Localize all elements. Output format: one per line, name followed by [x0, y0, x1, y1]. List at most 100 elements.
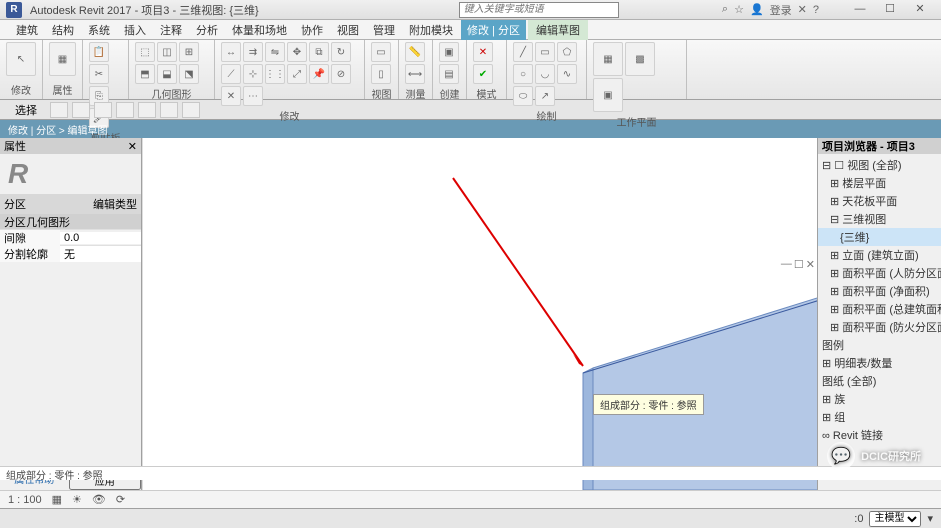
- tab[interactable]: 体量和场地: [226, 20, 293, 40]
- close-button[interactable]: ✕: [905, 1, 935, 19]
- help-icon[interactable]: ?: [813, 4, 819, 16]
- tab[interactable]: 插入: [118, 20, 152, 40]
- array-icon[interactable]: ⋮⋮: [265, 64, 285, 84]
- cut-geom-icon[interactable]: ◫: [157, 42, 177, 62]
- arc-icon[interactable]: ◡: [535, 64, 555, 84]
- tab[interactable]: 建筑: [10, 20, 44, 40]
- tree-node[interactable]: ⊞ 面积平面 (净面积): [818, 282, 941, 300]
- copy-icon[interactable]: ⧉: [309, 42, 329, 62]
- qbtn[interactable]: [94, 102, 112, 118]
- tree-node[interactable]: ⊞ 面积平面 (人防分区面积): [818, 264, 941, 282]
- tab-context[interactable]: 编辑草图: [528, 20, 588, 40]
- tree-node[interactable]: 图纸 (全部): [818, 372, 941, 390]
- properties-button[interactable]: ▦: [49, 42, 76, 76]
- tab-active[interactable]: 修改 | 分区: [461, 20, 526, 40]
- tree-node[interactable]: ⊞ 面积平面 (防火分区面积): [818, 318, 941, 336]
- cut-icon[interactable]: ✂: [89, 64, 109, 84]
- tree-node[interactable]: ⊞ 面积平面 (总建筑面积): [818, 300, 941, 318]
- finish-icon[interactable]: ✔: [473, 64, 493, 84]
- unpin-icon[interactable]: ⊘: [331, 64, 351, 84]
- panel-geometry: ⬚◫⊞ ⬒⬓⬔ 几何图形: [129, 40, 215, 99]
- tree-node[interactable]: ⊞ 组: [818, 408, 941, 426]
- qbtn[interactable]: [182, 102, 200, 118]
- line-icon[interactable]: ╱: [513, 42, 533, 62]
- align-icon[interactable]: ↔: [221, 42, 241, 62]
- tree-node[interactable]: ⊟ ☐ 视图 (全部): [818, 156, 941, 174]
- revit-logo[interactable]: R: [6, 2, 22, 18]
- tree-node[interactable]: ⊞ 明细表/数量: [818, 354, 941, 372]
- tab[interactable]: 视图: [331, 20, 365, 40]
- star-icon[interactable]: ☆: [734, 3, 744, 16]
- mirror-icon[interactable]: ⇋: [265, 42, 285, 62]
- options-bar: 选择: [0, 100, 941, 120]
- minimize-button[interactable]: —: [845, 1, 875, 19]
- prop-value[interactable]: 无: [60, 246, 141, 262]
- tool-icon[interactable]: ⋯: [243, 86, 263, 106]
- maximize-button[interactable]: ☐: [875, 1, 905, 19]
- qbtn[interactable]: [72, 102, 90, 118]
- split-icon[interactable]: ⊹: [243, 64, 263, 84]
- tab[interactable]: 分析: [190, 20, 224, 40]
- view-icon[interactable]: ▭: [371, 42, 391, 62]
- scale-icon[interactable]: ⤢: [287, 64, 307, 84]
- tab[interactable]: 系统: [82, 20, 116, 40]
- measure-icon[interactable]: 📏: [405, 42, 425, 62]
- show-plane-button[interactable]: ▩: [625, 42, 655, 76]
- tree-node[interactable]: ⊞ 立面 (建筑立面): [818, 246, 941, 264]
- ellipse-icon[interactable]: ⬭: [513, 86, 533, 106]
- infocenter-icon[interactable]: ⌕: [722, 3, 728, 16]
- edit-type-button[interactable]: 编辑类型: [93, 196, 137, 212]
- tree-node[interactable]: ⊞ 楼层平面: [818, 174, 941, 192]
- cope-icon[interactable]: ⬚: [135, 42, 155, 62]
- rect-icon[interactable]: ▭: [535, 42, 555, 62]
- delete-icon[interactable]: ✕: [221, 86, 241, 106]
- viewer-button[interactable]: ▣: [593, 78, 623, 112]
- wall-face[interactable]: [593, 293, 817, 490]
- move-icon[interactable]: ✥: [287, 42, 307, 62]
- offset-icon[interactable]: ⇉: [243, 42, 263, 62]
- geom-icon[interactable]: ⬒: [135, 64, 155, 84]
- view-icon[interactable]: ▯: [371, 64, 391, 84]
- login-link[interactable]: 登录: [770, 2, 792, 18]
- spline-icon[interactable]: ∿: [557, 64, 577, 84]
- pick-icon[interactable]: ↗: [535, 86, 555, 106]
- qbtn[interactable]: [116, 102, 134, 118]
- prop-value[interactable]: 0.0: [60, 232, 141, 244]
- exchange-icon[interactable]: ✕: [798, 3, 807, 16]
- pin-icon[interactable]: 📌: [309, 64, 329, 84]
- tree-node[interactable]: ⊞ 天花板平面: [818, 192, 941, 210]
- geom-icon[interactable]: ⬔: [179, 64, 199, 84]
- workset-select[interactable]: 主模型: [869, 511, 921, 527]
- tree-node[interactable]: {三维}: [818, 228, 941, 246]
- rotate-icon[interactable]: ↻: [331, 42, 351, 62]
- tab[interactable]: 协作: [295, 20, 329, 40]
- set-plane-button[interactable]: ▦: [593, 42, 623, 76]
- create-icon[interactable]: ▤: [439, 64, 459, 84]
- paste-icon[interactable]: 📋: [89, 42, 109, 62]
- tab[interactable]: 结构: [46, 20, 80, 40]
- 3d-viewport[interactable]: —☐✕ 组成部分 : 零件 : 参照: [142, 138, 817, 490]
- poly-icon[interactable]: ⬠: [557, 42, 577, 62]
- panel-select: ↖ 修改: [0, 40, 43, 99]
- search-input[interactable]: [459, 2, 619, 18]
- dim-icon[interactable]: ⟷: [405, 64, 425, 84]
- filter-icon[interactable]: ▾: [927, 512, 933, 525]
- qbtn[interactable]: [138, 102, 156, 118]
- tree-node[interactable]: ⊟ 三维视图: [818, 210, 941, 228]
- close-icon[interactable]: ✕: [128, 140, 137, 153]
- tab[interactable]: 附加模块: [403, 20, 459, 40]
- tree-node[interactable]: 图例: [818, 336, 941, 354]
- create-icon[interactable]: ▣: [439, 42, 459, 62]
- geom-icon[interactable]: ⬓: [157, 64, 177, 84]
- user-icon[interactable]: 👤: [750, 3, 764, 16]
- trim-icon[interactable]: ⟋: [221, 64, 241, 84]
- tab[interactable]: 注释: [154, 20, 188, 40]
- join-icon[interactable]: ⊞: [179, 42, 199, 62]
- tree-node[interactable]: ⊞ 族: [818, 390, 941, 408]
- qbtn[interactable]: [50, 102, 68, 118]
- modify-tool[interactable]: ↖: [6, 42, 36, 76]
- tab[interactable]: 管理: [367, 20, 401, 40]
- qbtn[interactable]: [160, 102, 178, 118]
- circle-icon[interactable]: ○: [513, 64, 533, 84]
- cancel-icon[interactable]: ✕: [473, 42, 493, 62]
